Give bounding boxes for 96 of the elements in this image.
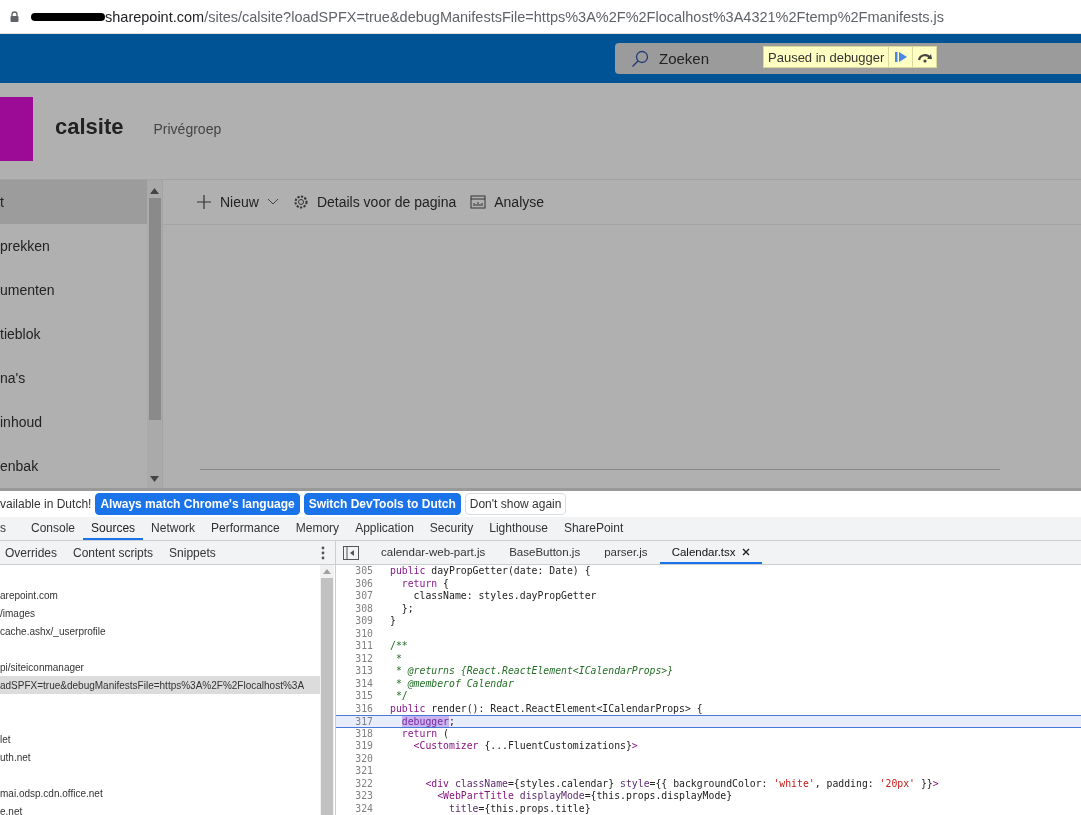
code-line: <WebPartTitle displayMode={this.props.displayMode}	[436, 790, 733, 803]
command-button[interactable]: Details voor de pagina	[292, 194, 457, 210]
tree-item[interactable]: cache.ashx/_userprofile	[0, 622, 320, 640]
line-number: 312	[354, 652, 373, 665]
line-number: 319	[354, 740, 373, 753]
line-number: 313	[354, 665, 373, 678]
navigator-tab[interactable]: Overrides	[0, 545, 65, 560]
line-number: 316	[354, 702, 373, 715]
file-tab[interactable]: parser.js	[592, 541, 660, 564]
line-number: 320	[354, 752, 373, 765]
navigator-tab[interactable]: Snippets	[161, 545, 224, 560]
code-line: className: styles.dayPropGetter	[412, 590, 597, 603]
scroll-up-icon[interactable]	[150, 188, 160, 194]
devtools-tab[interactable]: Network	[143, 517, 204, 540]
nav-item[interactable]: umenten	[0, 268, 148, 312]
sidebar-toggle-icon[interactable]	[343, 545, 359, 560]
command-button[interactable]: Nieuw	[196, 194, 279, 210]
infobar-message: vailable in Dutch!	[0, 497, 92, 511]
nav-item[interactable]: t	[0, 180, 148, 224]
scrollbar[interactable]	[147, 180, 162, 488]
code-line: title={this.props.title}	[447, 802, 591, 815]
line-number: 321	[354, 765, 373, 778]
nav-item[interactable]: inhoud	[0, 400, 148, 444]
tree-item[interactable]: /images	[0, 604, 320, 622]
tree-item[interactable]: let	[0, 730, 320, 748]
scroll-down-icon[interactable]	[150, 476, 160, 482]
curved-arrow-icon	[916, 51, 933, 63]
line-number: 311	[354, 640, 373, 653]
tree-item[interactable]: pi/siteiconmanager	[0, 658, 320, 676]
line-number: 317	[354, 716, 373, 727]
code-line: public render(): React.ReactElement<ICalendarProps> {	[390, 702, 703, 715]
command-button[interactable]: Analyse	[470, 194, 545, 210]
code-line: /**	[390, 640, 408, 653]
code-line: <Customizer {...FluentCustomizations}>	[412, 740, 638, 753]
code-line: * @memberof Calendar	[394, 677, 514, 690]
devtools-tab[interactable]: SharePoint	[555, 517, 632, 540]
line-number: 323	[354, 790, 373, 803]
site-title[interactable]: calsite	[55, 114, 124, 140]
file-tab[interactable]: calendar-web-part.js	[369, 541, 498, 564]
infobar-button[interactable]: Switch DevTools to Dutch	[303, 493, 461, 515]
tree-item[interactable]: adSPFX=true&debugManifestsFile=https%3A%2F%2Flocalhost%3A	[0, 676, 320, 694]
nav-item[interactable]: prekken	[0, 224, 148, 268]
code-line: <div className={styles.calendar} style={{ backgroundColor: 'white', padding: '20px' }}>	[424, 777, 939, 790]
file-tab[interactable]: BaseButton.js	[497, 541, 593, 564]
code-line: * @returns {React.ReactElement<ICalendarProps>}	[394, 665, 674, 678]
line-number: 315	[354, 690, 373, 703]
devtools-tab[interactable]: Performance	[203, 517, 288, 540]
line-number: 324	[354, 802, 373, 815]
code-line: *	[394, 652, 402, 665]
navigator-tab[interactable]: Content scripts	[65, 545, 162, 560]
tree-item[interactable]: arepoint.com	[0, 586, 320, 604]
devtools-tab[interactable]: s	[0, 517, 23, 540]
privacy-label: Privégroep	[153, 121, 222, 137]
search-field[interactable]: Zoeken Paused in debugger	[615, 43, 1081, 74]
code-line: return {	[400, 577, 449, 590]
chart-icon	[470, 194, 487, 210]
plus-icon	[196, 194, 212, 210]
line-number: 310	[354, 627, 373, 640]
tree-item[interactable]: mai.odsp.cdn.office.net	[0, 784, 320, 802]
search-icon	[631, 49, 649, 68]
line-number: 322	[354, 777, 373, 790]
line-number: 306	[354, 577, 373, 590]
devtools-tab[interactable]: Memory	[287, 517, 348, 540]
tree-item[interactable]: uth.net	[0, 748, 320, 766]
line-number: 314	[354, 677, 373, 690]
line-number: 307	[354, 590, 373, 603]
line-number: 309	[354, 615, 373, 628]
nav-item[interactable]: enbak	[0, 444, 148, 488]
code-line: }	[390, 615, 396, 628]
gear-icon	[292, 194, 309, 210]
code-line: };	[400, 602, 414, 615]
devtools-tab[interactable]: Application	[347, 517, 422, 540]
lock-icon	[10, 11, 19, 22]
more-icon[interactable]	[321, 545, 325, 560]
line-number: 308	[354, 602, 373, 615]
scrollbar[interactable]	[320, 565, 334, 815]
code-line: */	[394, 690, 408, 703]
nav-item[interactable]: tieblok	[0, 312, 148, 356]
paused-label: Paused in debugger	[767, 48, 886, 67]
infobar-button[interactable]: Always match Chrome's language	[95, 493, 300, 515]
site-logo	[0, 97, 33, 161]
devtools-tab[interactable]: Console	[23, 517, 84, 540]
close-icon[interactable]	[741, 547, 750, 556]
devtools-tab[interactable]: Security	[421, 517, 482, 540]
devtools-tab[interactable]: Lighthouse	[481, 517, 556, 540]
line-number: 305	[354, 565, 373, 578]
url-text[interactable]: sharepoint.com/sites/calsite?loadSPFX=true&debugManifestsFile=https%3A%2F%2Flocalhost%3A4321%2Ftemp%2Fmanifests.js	[105, 8, 944, 25]
code-line: public dayPropGetter(date: Date) {	[390, 565, 591, 578]
code-line: return (	[400, 727, 449, 740]
tree-item[interactable]: e.net	[0, 802, 320, 815]
chevron-down-icon	[266, 198, 279, 206]
scroll-up-icon[interactable]	[323, 569, 331, 574]
nav-item[interactable]: na's	[0, 356, 148, 400]
line-number: 318	[354, 727, 373, 740]
infobar-button[interactable]: Don't show again	[464, 493, 567, 515]
play-icon	[893, 51, 908, 63]
